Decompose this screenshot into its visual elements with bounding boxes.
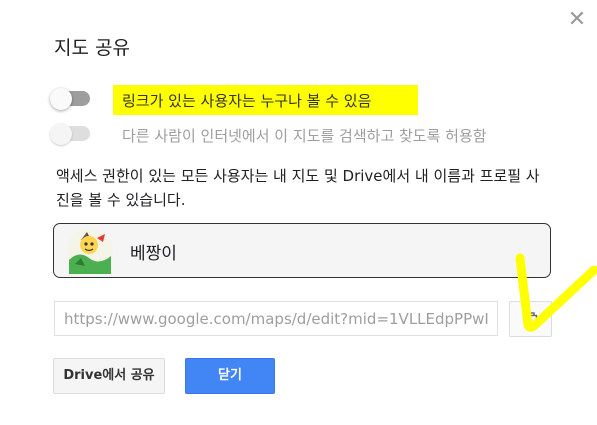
public-search-label: 다른 사람이 인터넷에서 이 지도를 검색하고 찾도록 허용함	[122, 127, 487, 145]
share-in-drive-button[interactable]: Drive에서 공유	[53, 358, 165, 394]
avatar-icon	[67, 228, 113, 274]
yellow-checkmark-annotation	[515, 253, 597, 332]
link-sharing-toggle[interactable]	[50, 88, 94, 110]
close-button[interactable]: 닫기	[185, 358, 275, 394]
visibility-description: 액세스 권한이 있는 모든 사용자는 내 지도 및 Drive에서 내 이름과 …	[56, 167, 540, 209]
toggle-knob	[50, 88, 72, 110]
link-sharing-label: 링크가 있는 사용자는 누구나 볼 수 있음	[122, 92, 372, 110]
toggle-knob	[50, 123, 72, 145]
public-search-toggle[interactable]	[50, 123, 94, 145]
owner-card: 베짱이	[53, 223, 551, 278]
dialog-title: 지도 공유	[54, 37, 130, 59]
share-link-input[interactable]	[54, 301, 498, 336]
close-icon[interactable]: ✕	[565, 8, 589, 32]
owner-name: 베짱이	[130, 244, 177, 264]
